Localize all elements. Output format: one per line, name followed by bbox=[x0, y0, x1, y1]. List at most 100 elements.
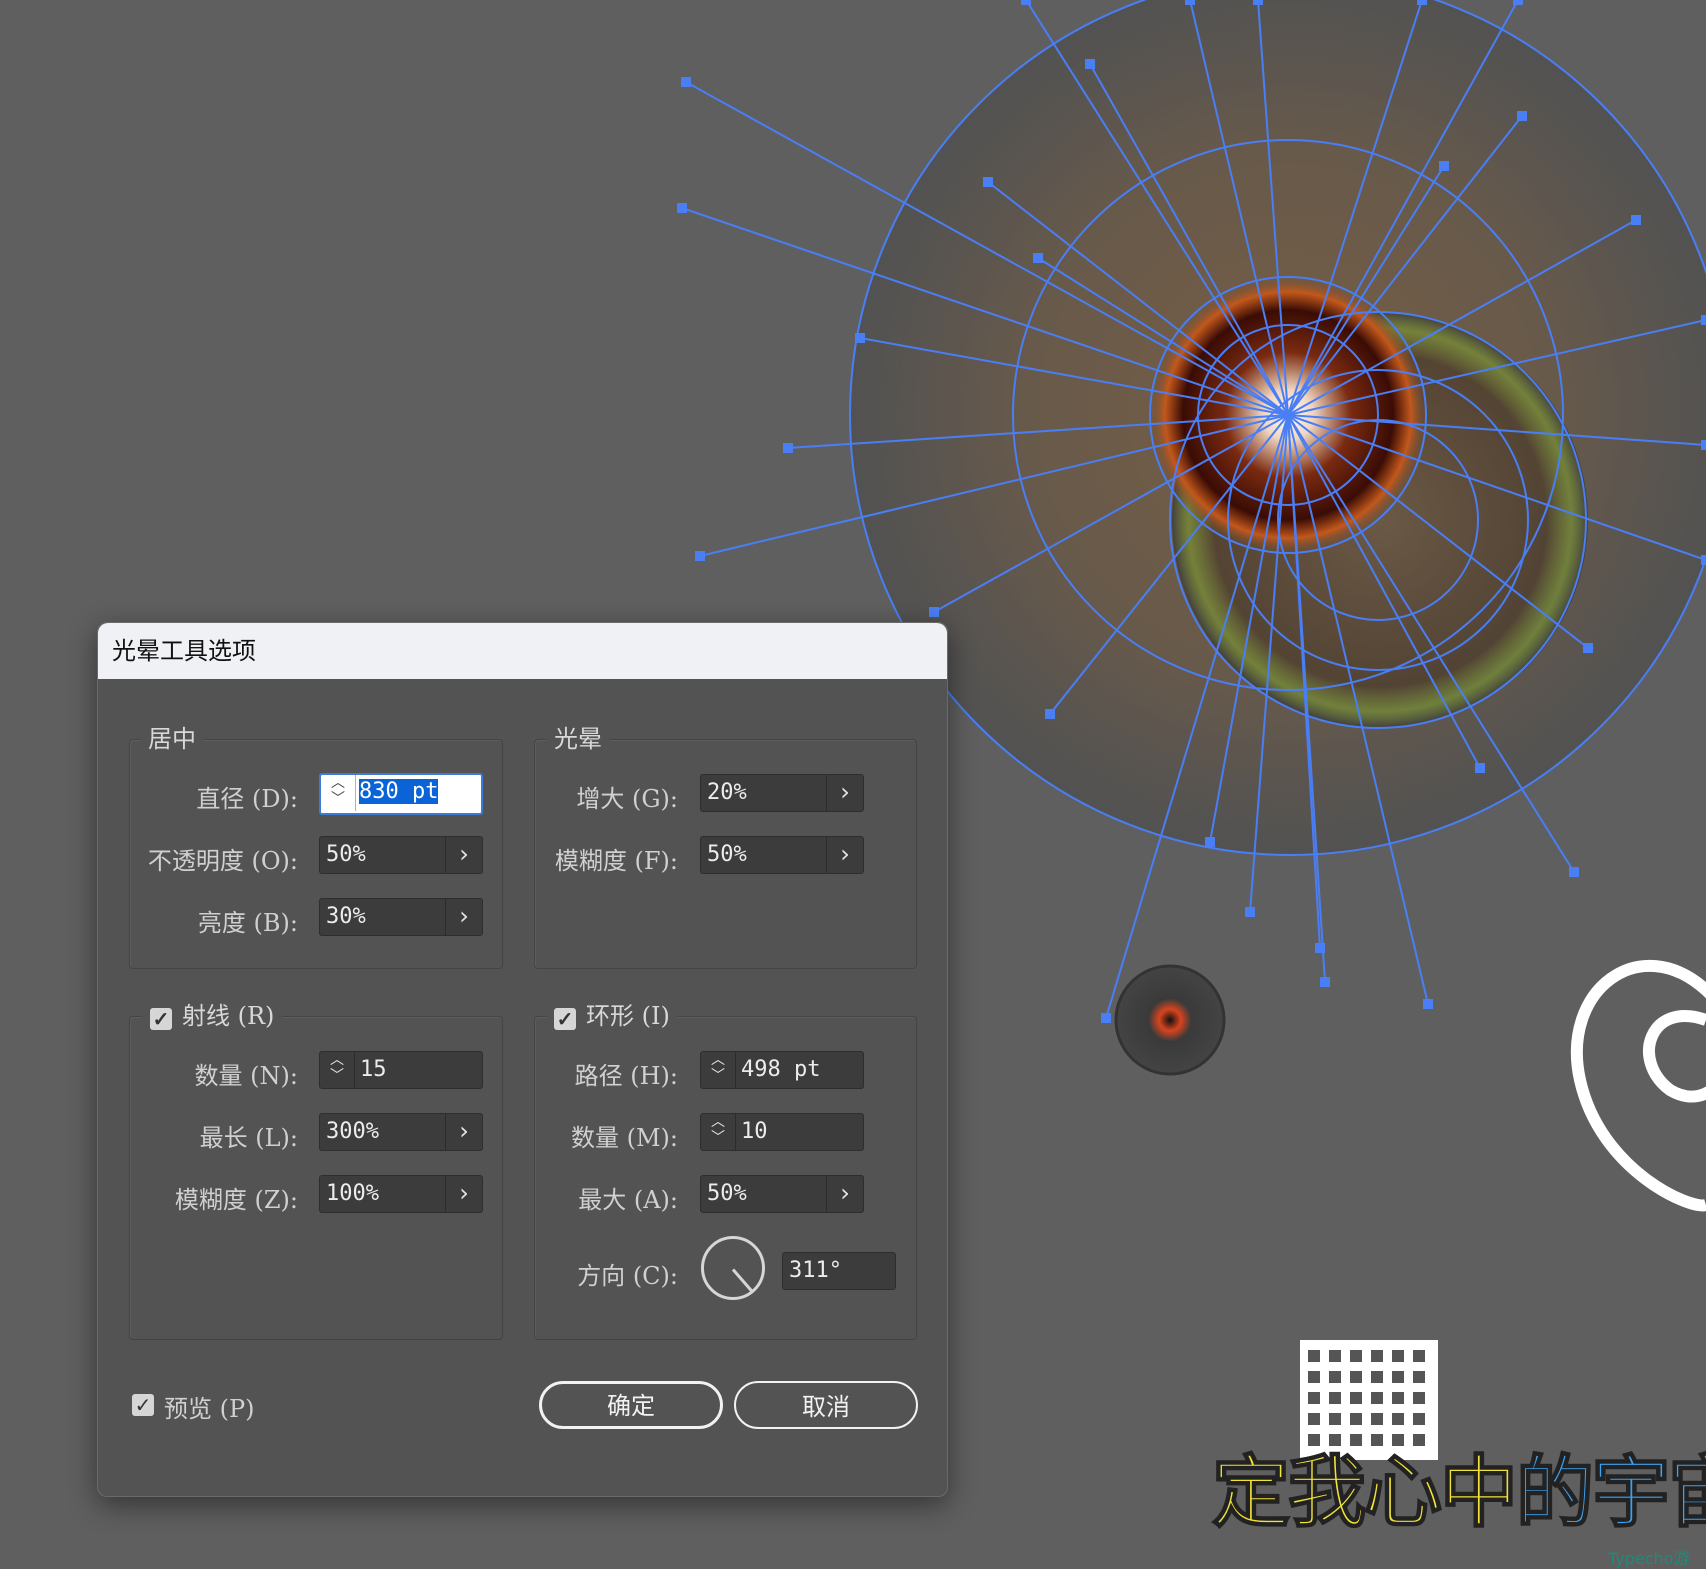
rings-label: 环形 (I) bbox=[586, 1002, 670, 1030]
grid-window bbox=[1392, 1371, 1404, 1383]
grid-window bbox=[1329, 1392, 1341, 1404]
grid-window bbox=[1371, 1371, 1383, 1383]
anchor-point bbox=[1033, 253, 1043, 263]
rays-longest-value[interactable]: 300% bbox=[326, 1114, 379, 1150]
grid-window bbox=[1308, 1392, 1320, 1404]
anchor-point bbox=[855, 333, 865, 343]
chevron-right-icon[interactable]: › bbox=[826, 1176, 863, 1212]
anchor-point bbox=[1315, 943, 1325, 953]
anchor-point bbox=[1417, 0, 1427, 5]
chevron-right-icon[interactable]: › bbox=[826, 837, 863, 873]
flare-tool-options-dialog: 光晕工具选项 居中 直径 (D): ︿ ﹀ 830 pt 不透明度 (O): 50… bbox=[97, 622, 948, 1497]
rings-largest-field[interactable]: 50% › bbox=[700, 1175, 864, 1213]
ok-button[interactable]: 确定 bbox=[539, 1381, 723, 1429]
canvas-caption: 定我心中的宇宙 bbox=[1211, 1430, 1706, 1542]
anchor-point bbox=[1475, 763, 1485, 773]
chevron-right-icon[interactable]: › bbox=[826, 775, 863, 811]
spiral-shape bbox=[1570, 959, 1706, 1212]
anchor-point bbox=[1045, 709, 1055, 719]
halo-group-legend: 光晕 bbox=[546, 723, 610, 755]
cancel-button[interactable]: 取消 bbox=[734, 1381, 918, 1429]
watermark-text: Typecho游 bbox=[1608, 1549, 1690, 1568]
grid-window bbox=[1329, 1350, 1341, 1362]
grid-window bbox=[1350, 1350, 1362, 1362]
rings-number-value[interactable]: 10 bbox=[741, 1114, 768, 1150]
anchor-point bbox=[1320, 977, 1330, 987]
chevron-right-icon[interactable]: › bbox=[445, 837, 482, 873]
rings-path-field[interactable]: ︿ ﹀ 498 pt bbox=[700, 1051, 864, 1089]
preview-checkbox[interactable]: ✓ bbox=[132, 1394, 154, 1416]
up-down-stepper-icon[interactable]: ︿ ﹀ bbox=[320, 1052, 355, 1088]
anchor-point bbox=[1185, 0, 1195, 5]
rays-number-field[interactable]: ︿ ﹀ 15 bbox=[319, 1051, 483, 1089]
rings-number-field[interactable]: ︿ ﹀ 10 bbox=[700, 1113, 864, 1151]
rays-group-header[interactable]: ✓ 射线 (R) bbox=[142, 1000, 283, 1032]
dial-needle-icon bbox=[731, 1268, 754, 1294]
grid-window bbox=[1413, 1392, 1425, 1404]
anchor-point bbox=[783, 443, 793, 453]
anchor-point bbox=[1205, 837, 1215, 847]
rings-group-header[interactable]: ✓ 环形 (I) bbox=[546, 1000, 678, 1032]
growth-value[interactable]: 20% bbox=[707, 775, 747, 811]
grid-window bbox=[1392, 1392, 1404, 1404]
anchor-point bbox=[1583, 643, 1593, 653]
rays-longest-label: 最长 (L): bbox=[199, 1124, 298, 1152]
anchor-point bbox=[1701, 440, 1706, 450]
opacity-field[interactable]: 50% › bbox=[319, 836, 483, 874]
opacity-label: 不透明度 (O): bbox=[147, 847, 298, 875]
diameter-value[interactable]: 830 pt bbox=[359, 779, 439, 804]
direction-field[interactable]: 311° bbox=[782, 1252, 896, 1290]
anchor-point bbox=[1701, 555, 1706, 565]
anchor-point bbox=[677, 203, 687, 213]
rings-largest-label: 最大 (A): bbox=[578, 1186, 678, 1214]
up-down-stepper-icon[interactable]: ︿ ﹀ bbox=[701, 1052, 736, 1088]
brightness-label: 亮度 (B): bbox=[197, 909, 298, 937]
center-group-legend: 居中 bbox=[140, 723, 204, 755]
direction-dial[interactable] bbox=[701, 1236, 765, 1300]
chevron-right-icon[interactable]: › bbox=[445, 1176, 482, 1212]
grid-window bbox=[1371, 1413, 1383, 1425]
chevron-right-icon[interactable]: › bbox=[445, 899, 482, 935]
anchor-point bbox=[1439, 161, 1449, 171]
grid-window bbox=[1308, 1371, 1320, 1383]
rays-fuzziness-field[interactable]: 100% › bbox=[319, 1175, 483, 1213]
brightness-field[interactable]: 30% › bbox=[319, 898, 483, 936]
caption-yellow-text: 定我心中 bbox=[1211, 1447, 1519, 1539]
rays-number-label: 数量 (N): bbox=[194, 1062, 298, 1090]
anchor-point bbox=[1701, 315, 1706, 325]
up-down-stepper-icon[interactable]: ︿ ﹀ bbox=[321, 775, 356, 811]
grid-window bbox=[1413, 1350, 1425, 1362]
rings-largest-value[interactable]: 50% bbox=[707, 1176, 747, 1212]
brightness-value[interactable]: 30% bbox=[326, 899, 366, 935]
rings-path-label: 路径 (H): bbox=[574, 1062, 678, 1090]
anchor-point bbox=[681, 77, 691, 87]
anchor-point bbox=[1517, 111, 1527, 121]
anchor-point bbox=[1253, 0, 1263, 5]
halo-fuzziness-field[interactable]: 50% › bbox=[700, 836, 864, 874]
up-down-stepper-icon[interactable]: ︿ ﹀ bbox=[701, 1114, 736, 1150]
rings-checkbox[interactable]: ✓ bbox=[554, 1008, 576, 1030]
grid-window bbox=[1392, 1350, 1404, 1362]
rings-number-label: 数量 (M): bbox=[570, 1124, 678, 1152]
preview-label[interactable]: 预览 (P) bbox=[164, 1389, 255, 1424]
rays-fuzziness-value[interactable]: 100% bbox=[326, 1176, 379, 1212]
direction-value[interactable]: 311° bbox=[789, 1253, 842, 1289]
anchor-point bbox=[695, 551, 705, 561]
opacity-value[interactable]: 50% bbox=[326, 837, 366, 873]
diameter-field[interactable]: ︿ ﹀ 830 pt bbox=[319, 773, 483, 815]
anchor-point bbox=[1569, 867, 1579, 877]
rings-path-value[interactable]: 498 pt bbox=[741, 1052, 820, 1088]
rays-checkbox[interactable]: ✓ bbox=[150, 1008, 172, 1030]
grid-window bbox=[1350, 1392, 1362, 1404]
grid-window bbox=[1329, 1371, 1341, 1383]
rays-longest-field[interactable]: 300% › bbox=[319, 1113, 483, 1151]
growth-field[interactable]: 20% › bbox=[700, 774, 864, 812]
direction-label: 方向 (C): bbox=[577, 1262, 678, 1290]
rays-number-value[interactable]: 15 bbox=[360, 1052, 387, 1088]
grid-window bbox=[1371, 1350, 1383, 1362]
flare-small-ring bbox=[1114, 964, 1226, 1076]
halo-fuzziness-value[interactable]: 50% bbox=[707, 837, 747, 873]
chevron-right-icon[interactable]: › bbox=[445, 1114, 482, 1150]
anchor-point bbox=[1513, 0, 1523, 5]
grid-window bbox=[1371, 1392, 1383, 1404]
